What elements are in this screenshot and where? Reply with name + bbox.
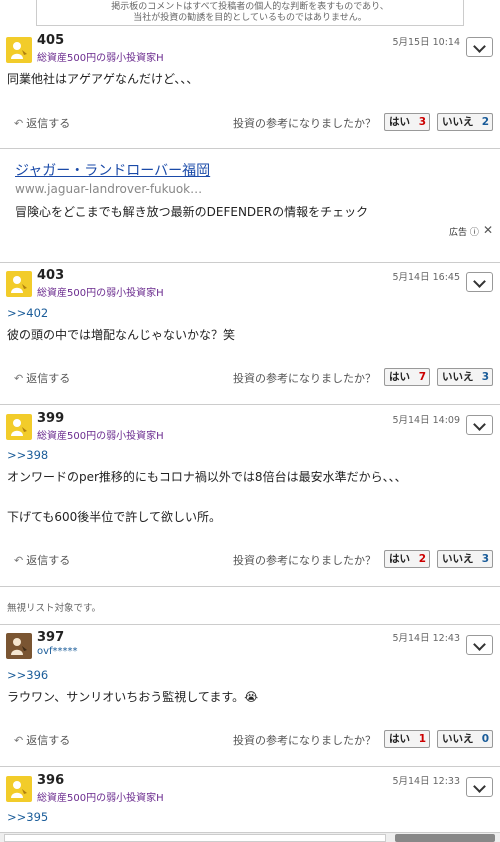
post-body-line: 同業他社はアゲアゲなんだけど、、、 — [7, 72, 199, 86]
reply-arrow-icon: ↶ — [14, 117, 24, 130]
post-user[interactable]: ovf***** — [37, 646, 78, 657]
helpful-label: 投資の参考になりましたか？ — [233, 554, 376, 567]
vote-no-button[interactable]: いいえ 0 — [437, 730, 493, 748]
post-user[interactable]: 総資産500円の弱小投資家H — [37, 284, 164, 299]
info-icon[interactable]: ⓘ — [470, 228, 479, 238]
reply-label: 返信する — [26, 117, 71, 130]
reply-anchor-link[interactable]: >>402 — [7, 306, 48, 320]
post-number[interactable]: 399 — [37, 411, 64, 426]
vote-no-label: いいえ — [442, 733, 474, 745]
user-silhouette-icon — [11, 419, 27, 436]
post-number[interactable]: 397 — [37, 630, 64, 645]
reply-label: 返信する — [26, 372, 71, 385]
post-menu-button[interactable] — [466, 37, 493, 57]
disclaimer: 掲示板のコメントはすべて投稿者の個人的な判断を表すものであり、 当社が投資の勧誘… — [36, 0, 464, 26]
disclaimer-line-1: 掲示板のコメントはすべて投稿者の個人的な判断を表すものであり、 — [111, 2, 389, 12]
vote-yes-button[interactable]: はい 1 — [384, 730, 430, 748]
post-396: 396 総資産500円の弱小投資家H 5月14日 12:33 >>395 — [0, 767, 500, 832]
vote-yes-count: 1 — [418, 733, 426, 745]
vote-yes-count: 7 — [418, 371, 426, 383]
close-icon[interactable]: ✕ — [483, 223, 493, 237]
vote-yes-label: はい — [389, 733, 410, 745]
avatar[interactable] — [6, 633, 32, 659]
post-number[interactable]: 403 — [37, 268, 64, 283]
avatar[interactable] — [6, 414, 32, 440]
post-number[interactable]: 396 — [37, 773, 64, 788]
vote-yes-count: 2 — [418, 553, 426, 565]
post-403: 403 総資産500円の弱小投資家H 5月14日 16:45 >>402 彼の頭… — [0, 263, 500, 405]
reply-anchor-link[interactable]: >>398 — [7, 448, 48, 462]
reply-arrow-icon: ↶ — [14, 554, 24, 567]
post-menu-button[interactable] — [466, 635, 493, 655]
reply-arrow-icon: ↶ — [14, 372, 24, 385]
ad-label-text: 広告 — [449, 228, 468, 238]
avatar[interactable] — [6, 37, 32, 63]
post-date: 5月14日 14:09 — [392, 415, 460, 426]
post-date: 5月14日 12:33 — [392, 776, 460, 787]
post-body-line: 下げても600後半位で許して欲しい所。 — [7, 510, 221, 524]
reply-label: 返信する — [26, 554, 71, 567]
vote-no-button[interactable]: いいえ 3 — [437, 368, 493, 386]
ad-block[interactable]: ジャガー・ランドローバー福岡 www.jaguar-landrover-fuku… — [0, 149, 500, 263]
vote-no-label: いいえ — [442, 116, 474, 128]
post-body-line: オンワードのper推移的にもコロナ禍以外では8倍台は最安水準だから、、、 — [7, 470, 407, 484]
bottom-input[interactable] — [4, 834, 386, 842]
post-405: 405 総資産500円の弱小投資家H 5月15日 10:14 同業他社はアゲアゲ… — [0, 27, 500, 149]
reply-button[interactable]: ↶ 返信する — [14, 552, 70, 568]
vote-yes-button[interactable]: はい 2 — [384, 550, 430, 568]
reply-button[interactable]: ↶ 返信する — [14, 370, 70, 386]
post-date: 5月15日 10:14 — [392, 37, 460, 48]
post-399: 399 総資産500円の弱小投資家H 5月14日 14:09 >>398 オンワ… — [0, 405, 500, 587]
vote-no-count: 3 — [481, 553, 489, 565]
reply-anchor-link[interactable]: >>396 — [7, 668, 48, 682]
reply-label: 返信する — [26, 734, 71, 747]
ad-url[interactable]: www.jaguar-landrover-fukuok… — [15, 182, 202, 196]
ad-label[interactable]: 広告 ⓘ — [449, 225, 479, 238]
post-date: 5月14日 12:43 — [392, 633, 460, 644]
vote-yes-label: はい — [389, 371, 410, 383]
post-date: 5月14日 16:45 — [392, 272, 460, 283]
vote-yes-button[interactable]: はい 3 — [384, 113, 430, 131]
user-silhouette-icon — [11, 42, 27, 59]
vote-no-button[interactable]: いいえ 3 — [437, 550, 493, 568]
vote-no-count: 0 — [481, 733, 489, 745]
post-user[interactable]: 総資産500円の弱小投資家H — [37, 427, 164, 442]
vote-no-label: いいえ — [442, 371, 474, 383]
bottom-button[interactable] — [395, 834, 495, 842]
vote-no-label: いいえ — [442, 553, 474, 565]
post-number[interactable]: 405 — [37, 33, 64, 48]
user-silhouette-icon — [11, 638, 27, 655]
post-menu-button[interactable] — [466, 415, 493, 435]
bottom-bar — [0, 832, 500, 842]
ignored-notice: 無視リスト対象です。 — [7, 603, 102, 614]
post-menu-button[interactable] — [466, 777, 493, 797]
helpful-label: 投資の参考になりましたか？ — [233, 117, 376, 130]
ad-title-link[interactable]: ジャガー・ランドローバー福岡 — [15, 160, 210, 180]
post-menu-button[interactable] — [466, 272, 493, 292]
helpful-label: 投資の参考になりましたか？ — [233, 734, 376, 747]
avatar[interactable] — [6, 776, 32, 802]
post-397: 397 ovf***** 5月14日 12:43 >>396 ラウワン、サンリオ… — [0, 625, 500, 767]
vote-no-count: 3 — [481, 371, 489, 383]
post-body-line: ラウワン、サンリオいちおう監視してます。😭 — [7, 690, 259, 704]
post-user[interactable]: 総資産500円の弱小投資家H — [37, 49, 164, 64]
vote-yes-label: はい — [389, 553, 410, 565]
reply-anchor-link[interactable]: >>395 — [7, 810, 48, 824]
vote-yes-label: はい — [389, 116, 410, 128]
reply-button[interactable]: ↶ 返信する — [14, 115, 70, 131]
vote-yes-count: 3 — [418, 116, 426, 128]
reply-button[interactable]: ↶ 返信する — [14, 732, 70, 748]
vote-no-count: 2 — [481, 116, 489, 128]
ad-description[interactable]: 冒険心をどこまでも解き放つ最新のDEFENDERの情報をチェック — [15, 203, 368, 220]
user-silhouette-icon — [11, 781, 27, 798]
post-body-line: 彼の頭の中では増配なんじゃないかな？笑 — [7, 328, 236, 342]
reply-arrow-icon: ↶ — [14, 734, 24, 747]
helpful-label: 投資の参考になりましたか？ — [233, 372, 376, 385]
user-silhouette-icon — [11, 276, 27, 293]
vote-no-button[interactable]: いいえ 2 — [437, 113, 493, 131]
post-user[interactable]: 総資産500円の弱小投資家H — [37, 789, 164, 804]
disclaimer-line-2: 当社が投資の勧誘を目的としているものではありません。 — [133, 13, 367, 23]
vote-yes-button[interactable]: はい 7 — [384, 368, 430, 386]
avatar[interactable] — [6, 271, 32, 297]
